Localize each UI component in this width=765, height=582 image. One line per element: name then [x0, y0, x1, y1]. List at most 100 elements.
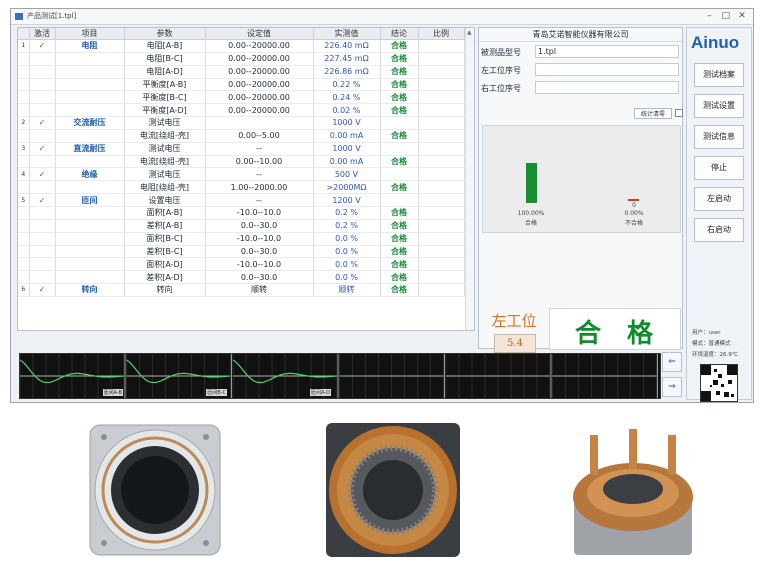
active-check[interactable]: ✓ — [29, 142, 56, 156]
col-header-setvalue: 设定值 — [205, 28, 314, 40]
active-check[interactable]: ✓ — [29, 283, 56, 297]
table-row[interactable]: 6 ✓ 转向 转向 顺转 顺转 合格 — [18, 283, 465, 297]
active-check[interactable] — [29, 103, 56, 118]
active-check[interactable]: ✓ — [29, 39, 56, 53]
result-cell: 合格 — [380, 270, 419, 285]
table-row[interactable]: 面积[A-B] -10.0--10.0 0.2 % 合格 — [18, 206, 465, 220]
ratio-cell — [418, 116, 465, 130]
table-row[interactable]: 电流[绕组-壳] 0.00--10.00 0.00 mA 合格 — [18, 155, 465, 169]
table-row[interactable]: 5 ✓ 匝间 设置电压 -- 1200 V — [18, 193, 465, 207]
table-row[interactable]: 差积[A-B] 0.0--30.0 0.2 % 合格 — [18, 219, 465, 233]
info-panel: 青岛艾诺智能仪器有限公司 被测品型号 1.tpl 左工位序号 右工位序号 统计清… — [478, 27, 683, 353]
row-index — [18, 90, 30, 105]
table-row[interactable]: 4 ✓ 绝缘 测试电压 -- 500 V — [18, 167, 465, 182]
table-row[interactable]: 平衡度[A-B] 0.00--20000.00 0.22 % 合格 — [18, 78, 465, 92]
minimize-button[interactable]: – — [703, 9, 717, 24]
param-name: 差积[A-B] — [124, 219, 206, 233]
model-field[interactable]: 1.tpl — [535, 45, 679, 58]
row-index — [18, 219, 30, 233]
ratio-cell — [418, 193, 465, 207]
table-row[interactable]: 电阻[A-D] 0.00--20000.00 226.86 mΩ 合格 — [18, 65, 465, 79]
table-row[interactable]: 平衡度[A-D] 0.00--20000.00 0.02 % 合格 — [18, 103, 465, 118]
test-info-button[interactable]: 测试信息 — [694, 125, 744, 149]
item-name — [55, 90, 125, 105]
station-label: 左工位 — [491, 312, 537, 330]
table-row[interactable]: 1 ✓ 电阻 电阻[A-B] 0.00--20000.00 226.40 mΩ 合格 — [18, 39, 465, 53]
stats-reset-button[interactable]: 统计清零 — [634, 108, 672, 119]
test-archive-button[interactable]: 测试档案 — [694, 63, 744, 87]
active-check[interactable] — [29, 257, 56, 272]
active-check[interactable] — [29, 270, 56, 285]
result-cell: 合格 — [380, 232, 419, 246]
right-start-button[interactable]: 右启动 — [694, 218, 744, 242]
left-serial-field[interactable] — [535, 63, 679, 76]
active-check[interactable] — [29, 155, 56, 169]
active-check[interactable] — [29, 52, 56, 66]
active-check[interactable] — [29, 245, 56, 259]
set-value: 0.00--20000.00 — [205, 90, 314, 105]
wave-label-ab: 匝间A-B — [102, 389, 123, 396]
ratio-cell — [418, 257, 465, 272]
left-start-button[interactable]: 左启动 — [694, 187, 744, 211]
table-row[interactable]: 电阻[绕组-壳] 1.00--2000.00 >2000MΩ 合格 — [18, 180, 465, 195]
row-index — [18, 270, 30, 285]
table-row[interactable]: 电阻[B-C] 0.00--20000.00 227.45 mΩ 合格 — [18, 52, 465, 66]
model-label: 被测品型号 — [481, 48, 521, 57]
row-index — [18, 103, 30, 118]
item-name — [55, 257, 125, 272]
item-name: 转向 — [55, 283, 125, 297]
col-header-measured: 实测值 — [313, 28, 381, 40]
active-check[interactable] — [29, 65, 56, 79]
active-check[interactable]: ✓ — [29, 116, 56, 130]
prev-arrow-button[interactable]: ⇐ — [662, 352, 682, 372]
item-name — [55, 206, 125, 220]
close-button[interactable]: ✕ — [735, 9, 749, 24]
row-index — [18, 206, 30, 220]
right-serial-label: 右工位序号 — [481, 84, 521, 93]
measured-value: 0.0 % — [313, 232, 381, 246]
active-check[interactable] — [29, 78, 56, 92]
next-arrow-button[interactable]: ⇒ — [662, 377, 682, 397]
mode-info: 模式：普通模式 — [692, 341, 731, 347]
ratio-cell — [418, 283, 465, 297]
scroll-up-icon[interactable]: ▲ — [467, 29, 472, 36]
active-check[interactable] — [29, 90, 56, 105]
result-cell: 合格 — [380, 155, 419, 169]
active-check[interactable] — [29, 219, 56, 233]
col-header-item: 项目 — [55, 28, 125, 40]
stop-button[interactable]: 停止 — [694, 156, 744, 180]
col-header-param: 参数 — [124, 28, 206, 40]
table-row[interactable]: 面积[A-D] -10.0--10.0 0.0 % 合格 — [18, 257, 465, 272]
row-index — [18, 129, 30, 143]
ratio-cell — [418, 206, 465, 220]
row-index — [18, 245, 30, 259]
ratio-cell — [418, 65, 465, 79]
row-index — [18, 52, 30, 66]
measured-value: 1000 V — [313, 116, 381, 130]
active-check[interactable]: ✓ — [29, 193, 56, 207]
right-serial-field[interactable] — [535, 81, 679, 94]
table-row[interactable]: 平衡度[B-C] 0.00--20000.00 0.24 % 合格 — [18, 90, 465, 105]
table-row[interactable]: 面积[B-C] -10.0--10.0 0.0 % 合格 — [18, 232, 465, 246]
row-index — [18, 78, 30, 92]
active-check[interactable]: ✓ — [29, 167, 56, 182]
table-row[interactable]: 2 ✓ 交流耐压 测试电压 1000 V — [18, 116, 465, 130]
ratio-cell — [418, 78, 465, 92]
test-settings-button[interactable]: 测试设置 — [694, 94, 744, 118]
pass-percent: 100.00% — [517, 210, 545, 217]
maximize-button[interactable]: □ — [719, 9, 733, 24]
active-check[interactable] — [29, 129, 56, 143]
table-row[interactable]: 3 ✓ 直流耐压 测试电压 -- 1000 V — [18, 142, 465, 156]
table-row[interactable]: 差积[A-D] 0.0--30.0 0.0 % 合格 — [18, 270, 465, 285]
item-name — [55, 78, 125, 92]
table-scrollbar[interactable]: ▲ — [465, 28, 474, 330]
row-index — [18, 155, 30, 169]
active-check[interactable] — [29, 180, 56, 195]
active-check[interactable] — [29, 206, 56, 220]
stats-checkbox[interactable] — [675, 109, 683, 117]
table-row[interactable]: 电流[绕组-壳] 0.00--5.00 0.00 mA 合格 — [18, 129, 465, 143]
set-value: -10.0--10.0 — [205, 257, 314, 272]
table-row[interactable]: 差积[B-C] 0.0--30.0 0.0 % 合格 — [18, 245, 465, 259]
waveform-strip: 匝间A-B 匝间B-C 匝间A-D — [19, 353, 661, 399]
active-check[interactable] — [29, 232, 56, 246]
